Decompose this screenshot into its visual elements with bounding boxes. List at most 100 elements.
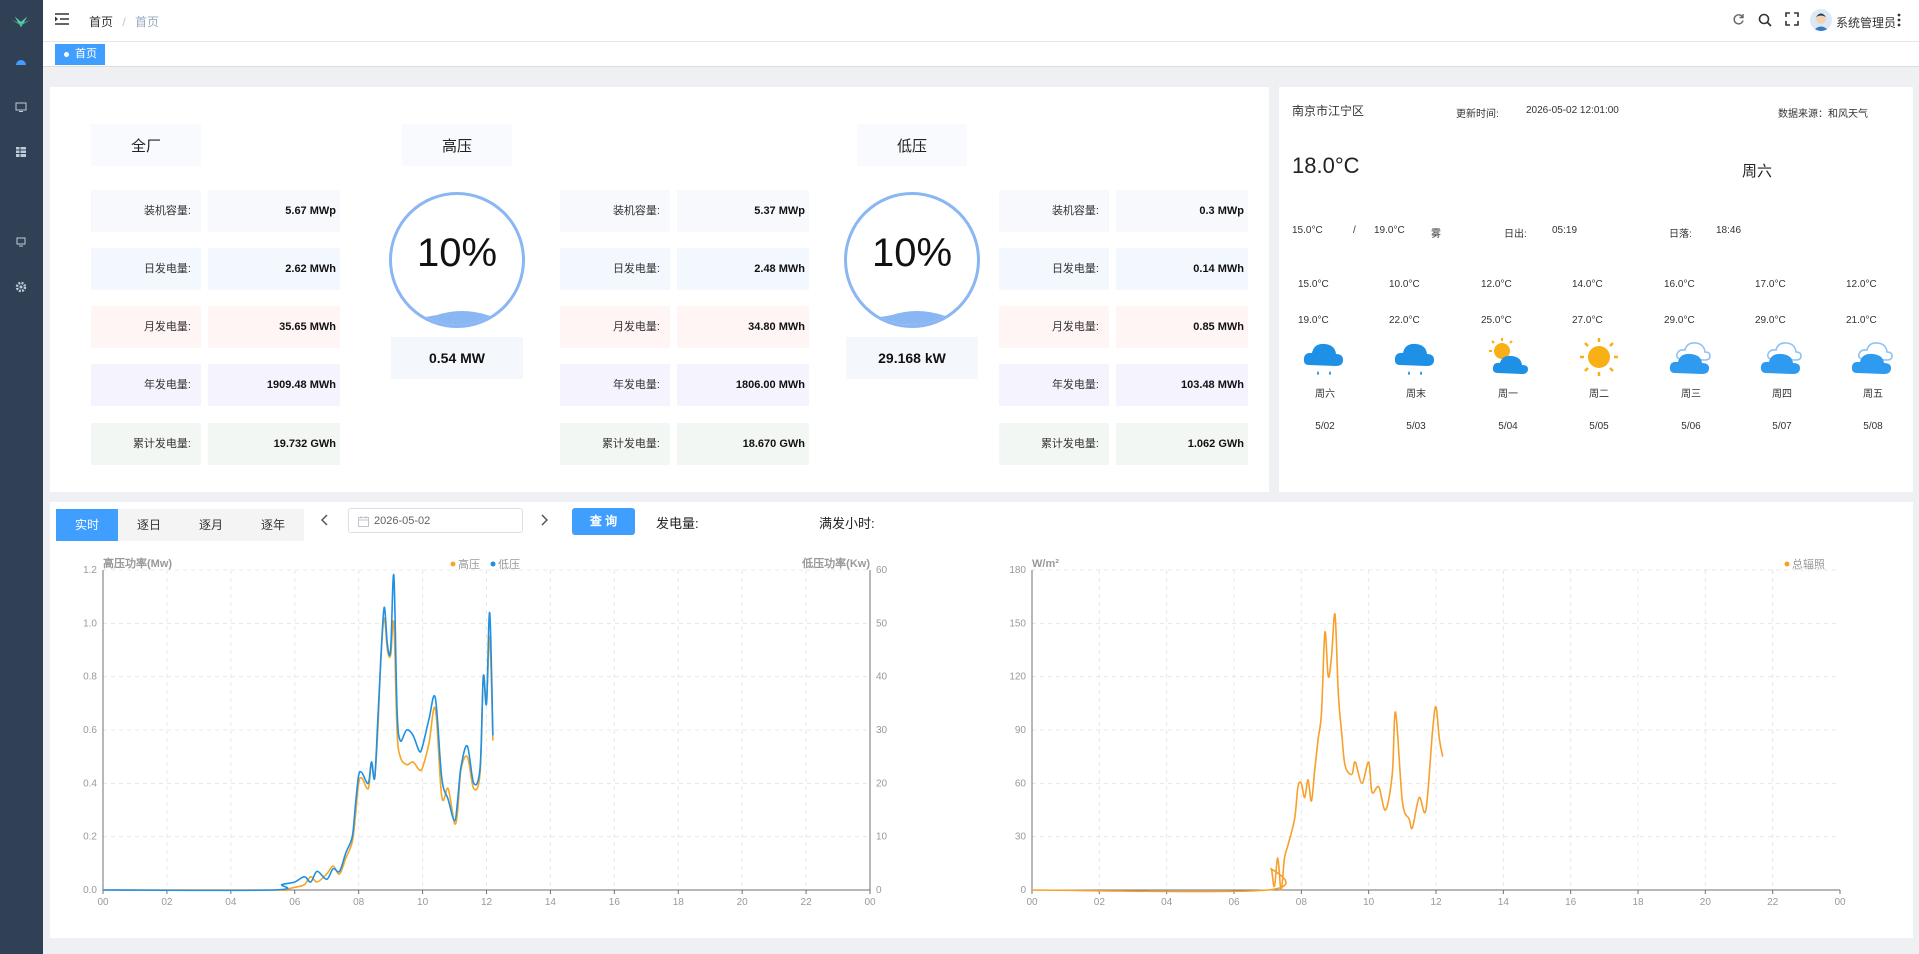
high-cumulative-value: 18.670 GWh: [677, 423, 809, 465]
forecast-high: 29.0°C: [1755, 315, 1786, 326]
y-tick-label: 180: [1009, 565, 1026, 576]
y-tick-label: 0.6: [83, 725, 97, 736]
report-icon[interactable]: [11, 232, 31, 252]
x-tick-label: 22: [801, 897, 813, 908]
x-tick-label: 14: [1498, 897, 1510, 908]
top-navbar: 首页 / 首页 系统管理员: [43, 0, 1919, 42]
x-tick-label: 12: [1430, 897, 1442, 908]
high-voltage-title[interactable]: 高压: [402, 124, 512, 166]
avatar[interactable]: [1810, 9, 1832, 31]
high-monthly-value: 34.80 MWh: [677, 306, 809, 348]
total-yearly-label: 年发电量:: [91, 364, 201, 406]
forecast-date: 5/06: [1681, 421, 1701, 432]
low-cumulative-label: 累计发电量:: [999, 423, 1109, 465]
y-axis-title: 高压功率(Mw): [103, 556, 172, 570]
weather-panel: 南京市江宁区 更新时间: 2026-05-02 12:01:00 数据来源：和风…: [1279, 87, 1913, 492]
query-button[interactable]: 查 询: [572, 508, 635, 535]
x-tick-label: 14: [545, 897, 557, 908]
breadcrumb-item-current: 首页: [135, 15, 160, 29]
cloudy-icon: [1747, 335, 1817, 385]
forecast-high: 21.0°C: [1846, 315, 1877, 326]
hamburger-icon[interactable]: [55, 13, 69, 28]
weather-condition: 雾: [1431, 229, 1441, 240]
search-icon[interactable]: [1758, 13, 1772, 30]
high-yearly-value: 1806.00 MWh: [677, 364, 809, 406]
high-voltage-gauge: 10%: [389, 192, 525, 328]
legend-label[interactable]: 低压: [498, 558, 520, 571]
y-right-tick-label: 50: [876, 618, 888, 629]
power-chart: 0.0 0.2 0.4 0.6 0.8 1.0 1.2 0 10 20 30 40 50 60 00 02 04…: [83, 556, 888, 908]
rain-cloud-icon: [1381, 335, 1451, 385]
tab-yearly[interactable]: 逐年: [242, 509, 304, 541]
x-tick-label: 04: [225, 897, 237, 908]
total-daily-label: 日发电量:: [91, 248, 201, 290]
y-tick-label: 60: [1015, 778, 1027, 789]
breadcrumb: 首页 / 首页: [89, 15, 160, 29]
x-tick-label: 08: [1296, 897, 1308, 908]
low-capacity-label: 装机容量:: [999, 190, 1109, 232]
total-capacity-label: 装机容量:: [91, 190, 201, 232]
forecast-date: 5/08: [1863, 421, 1883, 432]
tab-daily[interactable]: 逐日: [118, 509, 180, 541]
plant-total-title[interactable]: 全厂: [91, 124, 201, 166]
forecast-low: 14.0°C: [1572, 279, 1603, 290]
monitor-icon[interactable]: [11, 97, 31, 117]
forecast-date: 5/03: [1406, 421, 1426, 432]
forecast-day: 12.0°C 21.0°C 周五 5/08: [1838, 279, 1908, 432]
legend-marker[interactable]: [450, 561, 456, 567]
weather-city: 南京市江宁区: [1292, 104, 1365, 118]
legend-marker[interactable]: [1784, 561, 1790, 567]
total-monthly-value: 35.65 MWh: [208, 306, 340, 348]
sunset-time: 18:46: [1716, 225, 1742, 236]
legend-marker[interactable]: [490, 561, 496, 567]
low-voltage-title[interactable]: 低压: [857, 124, 967, 166]
next-date-icon[interactable]: [540, 514, 549, 529]
high-capacity-value: 5.37 MWp: [677, 190, 809, 232]
low-monthly-label: 月发电量:: [999, 306, 1109, 348]
weather-high: 19.0°C: [1374, 225, 1405, 236]
forecast-low: 10.0°C: [1389, 279, 1420, 290]
fullscreen-icon[interactable]: [1785, 12, 1799, 29]
settings-icon[interactable]: [11, 277, 31, 297]
tag-home[interactable]: 首页: [55, 44, 105, 65]
x-tick-label: 00: [864, 897, 876, 908]
sunrise-time: 05:19: [1552, 225, 1578, 236]
date-picker[interactable]: 2026-05-02: [348, 508, 523, 533]
sunrise-label: 日出:: [1504, 229, 1527, 240]
x-tick-label: 20: [737, 897, 749, 908]
x-tick-label: 06: [289, 897, 301, 908]
y-right-tick-label: 60: [876, 565, 888, 576]
prev-date-icon[interactable]: [320, 514, 329, 529]
user-name[interactable]: 系统管理员: [1836, 14, 1896, 31]
tab-realtime[interactable]: 实时: [56, 509, 118, 541]
partly-sunny-icon: [1473, 335, 1543, 385]
legend-label[interactable]: 总辐照: [1792, 557, 1825, 571]
full-hours-label: 满发小时:: [819, 516, 875, 531]
table-icon[interactable]: [11, 142, 31, 162]
low-daily-label: 日发电量:: [999, 248, 1109, 290]
dashboard-icon[interactable]: [11, 52, 31, 72]
y-tick-label: 0.4: [83, 778, 97, 789]
forecast-high: 22.0°C: [1389, 315, 1420, 326]
weather-low: 15.0°C: [1292, 225, 1323, 236]
logo-icon: [11, 10, 31, 30]
legend-label[interactable]: 高压: [458, 557, 480, 571]
refresh-icon[interactable]: [1732, 13, 1745, 29]
series-line-低压: [102, 573, 494, 892]
forecast-day: 16.0°C 29.0°C 周三 5/06: [1656, 279, 1726, 432]
breadcrumb-item-home[interactable]: 首页: [89, 15, 113, 29]
total-daily-value: 2.62 MWh: [208, 248, 340, 290]
more-vertical-icon[interactable]: [1897, 13, 1901, 30]
weather-current-temp: 18.0°C: [1292, 153, 1360, 178]
low-monthly-value: 0.85 MWh: [1116, 306, 1248, 348]
x-tick-label: 20: [1700, 897, 1712, 908]
tab-monthly[interactable]: 逐月: [180, 509, 242, 541]
weather-sep: /: [1353, 225, 1356, 236]
series-line-高压: [103, 617, 494, 891]
total-cumulative-label: 累计发电量:: [91, 423, 201, 465]
total-yearly-value: 1909.48 MWh: [208, 364, 340, 406]
forecast-date: 5/02: [1315, 421, 1335, 432]
y-right-tick-label: 30: [876, 725, 888, 736]
high-yearly-label: 年发电量:: [560, 364, 670, 406]
forecast-day: 14.0°C 27.0°C 周二 5/05: [1564, 279, 1634, 432]
